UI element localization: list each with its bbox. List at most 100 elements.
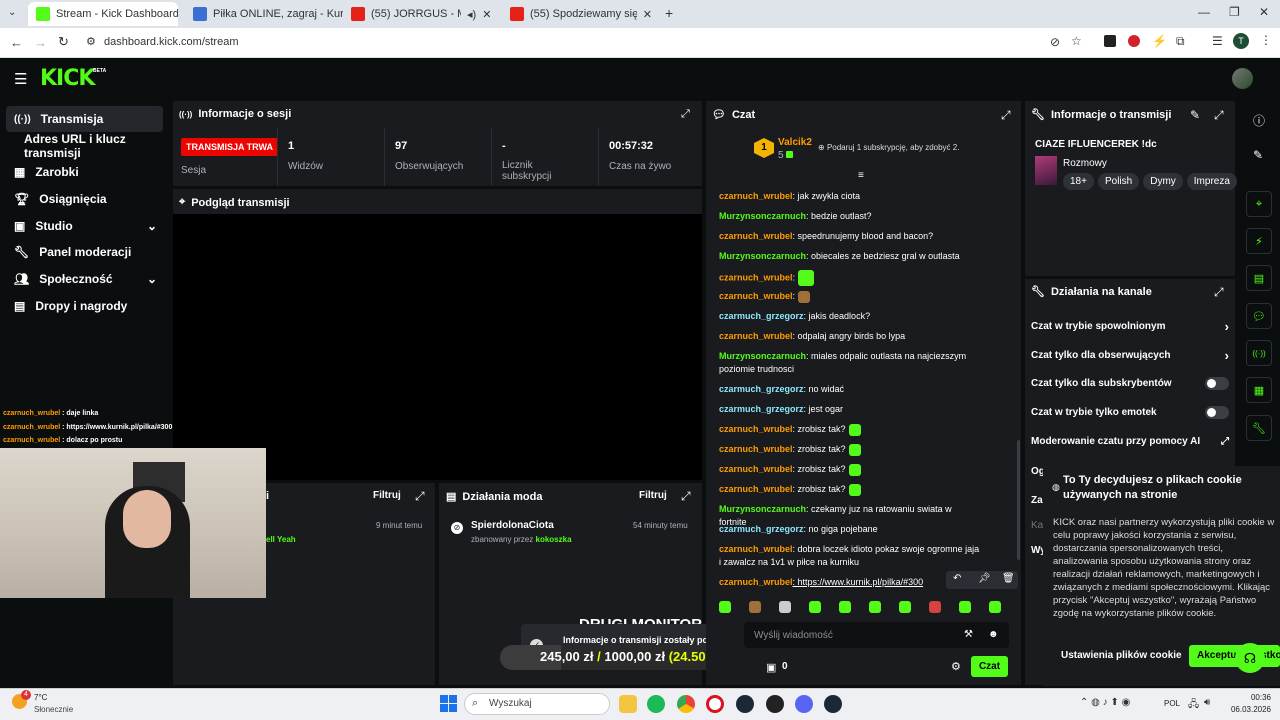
emote-icon[interactable] [779,601,791,613]
tab-kurnik[interactable]: Piłka ONLINE, zagraj - Kurnik ✕ [185,2,343,26]
edit-icon[interactable]: ✎ [1190,108,1200,122]
clipboard-icon[interactable]: ▤ [1246,265,1272,291]
commands-icon[interactable]: ⚒ [964,629,973,640]
chat-input[interactable]: Wyślij wiadomość [754,630,833,641]
subs-only-option[interactable]: Czat tylko dla subskrybentów [1031,377,1229,390]
emote-icon[interactable] [839,601,851,613]
ai-moderation-option[interactable]: Moderowanie czatu przy pomocy AI ⤢ [1031,436,1229,447]
start-icon[interactable] [440,695,457,712]
popout-icon[interactable]: ⤢ [1214,108,1224,123]
chat-message[interactable]: czarnuch_wrubel: zrobisz tak? [719,423,981,436]
chat-filter-icon[interactable]: ≡ [858,170,864,181]
kick-logo[interactable]: KICK [40,66,95,91]
emote-icon[interactable] [929,601,941,613]
popout-icon[interactable]: ⤢ [1214,285,1224,300]
popout-icon[interactable]: ⤢ [681,489,691,504]
chat-message[interactable]: czarmuch_grzegorz: jest ogar [719,403,981,416]
steam-icon[interactable] [736,695,754,713]
language-indicator[interactable]: POL [1164,699,1180,708]
chat-message[interactable]: czarnuch_wrubel: https://www.kurnik.pl/p… [719,576,981,589]
send-chat-button[interactable]: Czat [971,656,1008,677]
chat-message[interactable]: czarmuch_grzegorz: no widać [719,383,981,396]
emote-icon[interactable] [869,601,881,613]
broadcast-icon[interactable]: ((·)) [1246,340,1272,366]
spotify-icon[interactable] [647,695,665,713]
users-icon[interactable]: ▦ [1246,377,1272,403]
followers-only-option[interactable]: Czat tylko dla obserwujących › [1031,348,1229,363]
sidebar-item-stream-url-key[interactable]: Adres URL i klucz transmisji [6,132,163,160]
forward-icon[interactable]: → [34,35,47,50]
reply-icon[interactable]: ↶ [953,573,961,584]
reload-icon[interactable]: ↻ [58,34,69,50]
chat-message[interactable]: Murzynsonczarnuch: bedzie outlast? [719,210,981,223]
sidebar-item-spolecznosc[interactable]: 👥︎ Społeczność ⌄ [6,266,163,292]
chat-message[interactable]: czarnuch_wrubel: zrobisz tak? [719,443,981,456]
clock-time[interactable]: 00:36 [1226,693,1271,702]
sidebar-item-osiagniecia[interactable]: 🏆︎ Osiągnięcia [6,186,163,212]
user-avatar[interactable] [1232,68,1253,89]
tab-kick-dashboard[interactable]: Stream - Kick Dashboard ⊘ ✕ [28,2,178,26]
audio-icon[interactable]: ◂) [467,8,476,21]
popout-icon[interactable]: ⤢ [415,489,425,504]
tab-list-chevron-icon[interactable]: ⌄ [8,7,16,18]
url-field[interactable]: dashboard.kick.com/stream [104,36,239,48]
delete-icon[interactable]: 🗑︎ [1002,573,1015,584]
chat-message[interactable]: czarnuch_wrubel: jak zwykla ciota [719,190,981,203]
chat-message[interactable]: czarnuch_wrubel: dobra loczek idioto pok… [719,543,981,569]
tab-youtube-jorrgus[interactable]: (55) JORRGUS - Malowana ◂) ✕ [343,2,501,26]
chrome-icon[interactable] [677,695,695,713]
maximize-button[interactable]: ❐ [1229,5,1240,19]
tag[interactable]: Dymy [1143,173,1183,190]
adblock-icon[interactable] [1128,35,1140,47]
cookie-settings-button[interactable]: Ustawienia plików cookie [1061,650,1182,661]
sidebar-item-transmisja[interactable]: ((·)) Transmisja [6,106,163,132]
option-partial[interactable]: Ka [1031,520,1043,531]
option-partial[interactable]: Za [1031,495,1043,506]
wrench-icon[interactable]: 🔧︎ [1246,415,1272,441]
chat-icon[interactable]: 💬︎ [1246,303,1272,329]
emote-icon[interactable] [899,601,911,613]
taskbar-search[interactable] [464,693,610,715]
clock-date[interactable]: 06.03.2026 [1222,705,1271,714]
emote-icon[interactable] [809,601,821,613]
opera-icon[interactable] [706,695,724,713]
chat-message[interactable]: czarnuch_wrubel: zrobisz tak? [719,483,981,496]
tag[interactable]: 18+ [1063,173,1094,190]
close-icon[interactable]: ✕ [643,8,652,21]
puzzle-icon[interactable]: ⧉ [1176,34,1185,49]
info-icon[interactable]: ⓘ [1253,112,1265,129]
chat-message[interactable]: czarnuch_wrubel: [719,270,981,286]
sidebar-item-zarobki[interactable]: ▦ Zarobki [6,159,163,185]
profile-avatar[interactable]: T [1233,33,1249,49]
bookmark-star-icon[interactable]: ☆ [1071,34,1082,48]
emote-only-option[interactable]: Czat w trybie tylko emotek [1031,406,1229,419]
chat-message[interactable]: czarmuch_grzegorz: jakis deadlock? [719,310,981,323]
sidebar-item-panel-moderacji[interactable]: 🔧︎ Panel moderacji [6,239,163,265]
sidebar-item-dropy[interactable]: ▤ Dropy i nagrody [6,293,163,319]
discord-icon[interactable] [795,695,813,713]
volume-icon[interactable]: 🔊︎ [1204,697,1210,708]
emoji-icon[interactable]: ☻ [988,629,999,640]
chat-message[interactable]: czarnuch_wrubel: zrobisz tak? [719,463,981,476]
popout-icon[interactable]: ⤢ [1001,108,1011,123]
lightning-icon[interactable]: ⚡︎ [1246,228,1272,254]
extension-icon[interactable] [1104,35,1116,47]
eye-off-icon[interactable]: ⊘ [1050,35,1060,49]
chat-scrollbar[interactable] [1017,440,1020,560]
steam-icon[interactable] [824,695,842,713]
extension-icon[interactable]: ⚡ [1152,34,1167,48]
emote-icon[interactable] [959,601,971,613]
reading-list-icon[interactable]: ☰ [1212,34,1223,48]
network-icon[interactable]: 🖧︎ [1188,697,1199,714]
chat-message[interactable]: czarnuch_wrubel: [719,290,981,303]
tray-icons[interactable]: ⌃ ◍ ♪ ⬆ ◉ [1080,697,1130,708]
tag[interactable]: Polish [1097,173,1140,190]
popout-icon[interactable]: ⤢ [681,108,690,121]
emote-icon[interactable] [989,601,1001,613]
menu-kebab-icon[interactable]: ⋮ [1260,33,1272,47]
sidebar-item-studio[interactable]: ▣ Studio ⌄ [6,213,163,239]
edit-icon[interactable]: ✎ [1253,148,1263,162]
close-icon[interactable]: ✕ [482,8,491,21]
chat-message[interactable]: Murzynsonczarnuch: miales odpalic outlas… [719,350,981,376]
minimize-button[interactable]: — [1198,5,1210,19]
